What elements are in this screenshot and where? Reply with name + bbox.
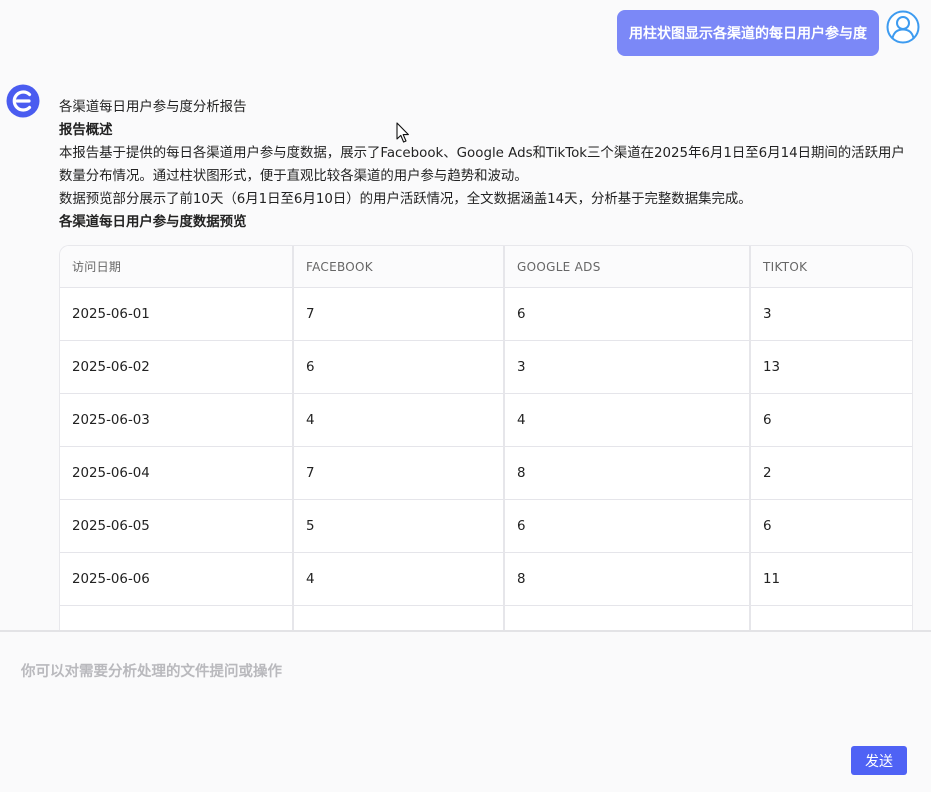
user-message-bubble: 用柱状图显示各渠道的每日用户参与度 [617,10,879,56]
cell-date [60,605,293,630]
table-row: 2025-06-04 7 8 2 [60,446,912,500]
assistant-report: 各渠道每日用户参与度分析报告 报告概述 本报告基于提供的每日各渠道用户参与度数据… [59,96,915,234]
cell-date: 2025-06-04 [60,446,293,500]
chat-area: 用柱状图显示各渠道的每日用户参与度 各渠道每日用户参与度分析报告 报告概述 本报… [0,0,931,630]
cell-tiktok: 13 [749,340,912,394]
table-header-row: 访问日期 FACEBOOK GOOGLE ADS TIKTOK [60,246,912,288]
cell-date: 2025-06-06 [60,552,293,606]
user-avatar-icon [886,10,920,44]
cell-google-ads: 8 [503,446,750,500]
cell-date: 2025-06-01 [60,287,293,341]
cell-google-ads: 6 [503,287,750,341]
header-tiktok: TIKTOK [749,246,912,288]
table-row: 2025-06-05 5 6 6 [60,499,912,553]
data-table-container[interactable]: 访问日期 FACEBOOK GOOGLE ADS TIKTOK 2025-06-… [59,245,913,630]
table-row: 2025-06-03 4 4 6 [60,393,912,447]
cell-google-ads: 6 [503,499,750,553]
overview-heading: 报告概述 [59,123,113,138]
cell-tiktok: 11 [749,552,912,606]
data-table: 访问日期 FACEBOOK GOOGLE ADS TIKTOK 2025-06-… [60,246,912,630]
cell-google-ads: 4 [503,393,750,447]
cell-facebook: 7 [292,446,504,500]
cell-google-ads [503,605,750,630]
overview-text: 本报告基于提供的每日各渠道用户参与度数据，展示了Facebook、Google … [59,146,905,184]
cell-facebook: 4 [292,552,504,606]
cell-tiktok [749,605,912,630]
cell-facebook: 6 [292,340,504,394]
cell-tiktok: 6 [749,393,912,447]
cell-date: 2025-06-05 [60,499,293,553]
send-button[interactable]: 发送 [851,746,907,775]
cell-facebook: 5 [292,499,504,553]
table-row: 2025-06-02 6 3 13 [60,340,912,394]
assistant-logo-icon [6,84,40,118]
header-visit-date: 访问日期 [60,246,293,288]
cell-google-ads: 8 [503,552,750,606]
cell-facebook: 7 [292,287,504,341]
cell-google-ads: 3 [503,340,750,394]
user-message-text: 用柱状图显示各渠道的每日用户参与度 [629,26,867,42]
cell-tiktok: 3 [749,287,912,341]
preview-text: 数据预览部分展示了前10天（6月1日至6月10日）的用户活跃情况，全文数据涵盖1… [59,192,752,207]
table-row: 2025-06-06 4 8 11 [60,552,912,606]
cell-facebook [292,605,504,630]
table-heading: 各渠道每日用户参与度数据预览 [59,215,247,230]
header-facebook: FACEBOOK [292,246,504,288]
mouse-pointer-icon [396,122,409,143]
cell-date: 2025-06-02 [60,340,293,394]
message-input[interactable] [19,658,903,732]
table-row: 2025-06-01 7 6 3 [60,287,912,341]
message-composer: 发送 [0,630,931,792]
table-row [60,605,912,630]
report-title: 各渠道每日用户参与度分析报告 [59,100,247,115]
cell-tiktok: 6 [749,499,912,553]
cell-date: 2025-06-03 [60,393,293,447]
cell-facebook: 4 [292,393,504,447]
cell-tiktok: 2 [749,446,912,500]
header-google-ads: GOOGLE ADS [503,246,750,288]
